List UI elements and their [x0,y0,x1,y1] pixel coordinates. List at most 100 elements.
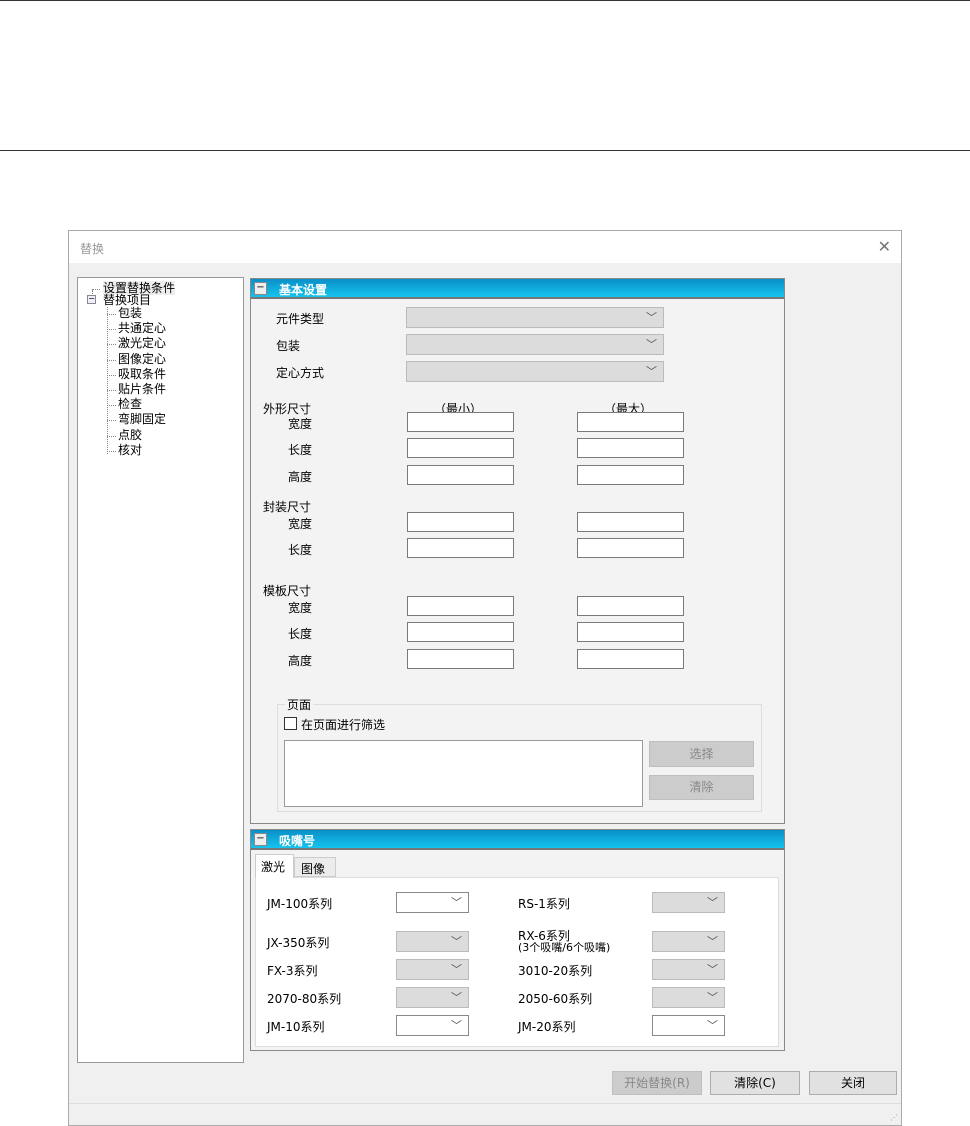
collapse-icon[interactable]: − [87,295,96,304]
chevron-down-icon: ﹀ [451,896,462,909]
chevron-down-icon: ﹀ [451,1019,462,1032]
select-button[interactable]: 选择 [649,741,754,767]
tree-item[interactable]: 包装 [118,306,142,320]
chevron-down-icon: ﹀ [707,896,718,909]
top-divider-2 [0,150,970,151]
height-min-input[interactable] [407,649,514,669]
nozzle-header: − 吸嘴号 [251,830,784,850]
width-max-input[interactable] [577,512,684,532]
top-divider [0,0,970,1]
nozzle-select[interactable]: ﹀ [396,892,469,913]
tree-item[interactable]: 贴片条件 [118,382,166,396]
chevron-down-icon: ﹀ [451,935,462,948]
centering-select[interactable]: ﹀ [406,361,664,382]
nozzle-label: JM-100系列 [267,897,333,911]
clear-pages-button[interactable]: 清除 [649,775,754,800]
nozzle-select[interactable]: ﹀ [652,892,725,913]
length-min-input[interactable] [407,538,514,558]
replace-dialog: 替换 ✕ 设置替换条件 − 替换项目 包装 共通定心 激光定心 图像定心 吸取条件 贴片条… [68,230,902,1126]
tree-item[interactable]: 核对 [118,443,142,457]
tree-item[interactable]: 激光定心 [118,336,166,350]
width-label: 宽度 [288,417,313,431]
length-max-input[interactable] [577,438,684,458]
basic-settings-panel: − 基本设置 元件类型 ﹀ 包装 ﹀ 定心方式 ﹀ 外形尺寸 （最小） （最大）… [250,278,785,824]
nozzle-label: 2050-60系列 [518,992,593,1006]
length-max-input[interactable] [577,538,684,558]
collapse-icon[interactable]: − [254,282,267,295]
length-label: 长度 [288,443,313,457]
chevron-down-icon: ﹀ [707,991,718,1004]
page-list[interactable] [284,740,643,807]
tree-item[interactable]: 图像定心 [118,352,166,366]
package-label: 包装 [276,339,301,353]
chevron-down-icon: ﹀ [646,338,657,351]
start-replace-button[interactable]: 开始替换(R) [612,1071,702,1095]
nozzle-label: 3010-20系列 [518,964,593,978]
tree-item[interactable]: 吸取条件 [118,367,166,381]
length-min-input[interactable] [407,438,514,458]
template-size-label: 模板尺寸 [263,584,312,598]
width-label: 宽度 [288,601,313,615]
width-min-input[interactable] [407,596,514,616]
height-label: 高度 [288,654,313,668]
component-type-select[interactable]: ﹀ [406,307,664,328]
nozzle-label: RS-1系列 [518,897,570,911]
chevron-down-icon: ﹀ [646,311,657,324]
width-min-input[interactable] [407,512,514,532]
tab-laser[interactable]: 激光 [255,854,294,878]
height-label: 高度 [288,470,313,484]
nozzle-label: JM-10系列 [267,1020,325,1034]
package-select[interactable]: ﹀ [406,334,664,355]
nozzle-label: JX-350系列 [267,936,330,950]
tab-image[interactable]: 图像 [294,857,336,877]
nozzle-select[interactable]: ﹀ [396,987,469,1008]
length-max-input[interactable] [577,622,684,642]
nozzle-select[interactable]: ﹀ [396,1015,469,1036]
nozzle-panel: − 吸嘴号 激光 图像 JM-100系列 ﹀ JX-350系列 ﹀ FX-3系列 ﹀ 207… [250,829,785,1051]
settings-tree[interactable]: 设置替换条件 − 替换项目 包装 共通定心 激光定心 图像定心 吸取条件 贴片条件 检查 弯脚… [77,277,244,1063]
package-size-label: 封装尺寸 [263,500,312,514]
nozzle-select[interactable]: ﹀ [396,931,469,952]
centering-label: 定心方式 [276,366,325,380]
chevron-down-icon: ﹀ [707,935,718,948]
tree-item[interactable]: 弯脚固定 [118,412,166,426]
nozzle-label: 2070-80系列 [267,992,342,1006]
basic-settings-title: 基本设置 [279,283,328,297]
height-min-input[interactable] [407,465,514,485]
tree-item[interactable]: 共通定心 [118,321,166,335]
height-max-input[interactable] [577,649,684,669]
width-max-input[interactable] [577,596,684,616]
tree-item[interactable]: 检查 [118,397,142,411]
title-bar: 替换 ✕ [69,231,901,263]
nozzle-select[interactable]: ﹀ [652,959,725,980]
page-filter-label: 在页面进行筛选 [301,718,386,732]
nozzle-select[interactable]: ﹀ [652,931,725,952]
component-type-label: 元件类型 [276,312,325,326]
nozzle-select[interactable]: ﹀ [396,959,469,980]
chevron-down-icon: ﹀ [451,963,462,976]
width-label: 宽度 [288,517,313,531]
width-min-input[interactable] [407,412,514,432]
nozzle-sublabel: (3个吸嘴/6个吸嘴) [518,941,611,954]
collapse-icon[interactable]: − [254,833,267,846]
width-max-input[interactable] [577,412,684,432]
tree-group[interactable]: 替换项目 [103,293,151,307]
resize-grip-icon[interactable]: ⋰ [890,1113,898,1122]
height-max-input[interactable] [577,465,684,485]
nozzle-select[interactable]: ﹀ [652,987,725,1008]
nozzle-title: 吸嘴号 [279,834,316,848]
length-min-input[interactable] [407,622,514,642]
nozzle-label: JM-20系列 [518,1020,576,1034]
page-filter-checkbox[interactable] [284,717,297,730]
nozzle-label: FX-3系列 [267,964,318,978]
close-icon[interactable]: ✕ [878,237,891,256]
nozzle-select[interactable]: ﹀ [652,1015,725,1036]
clear-button[interactable]: 清除(C) [710,1071,800,1095]
status-divider [69,1103,901,1104]
length-label: 长度 [288,543,313,557]
chevron-down-icon: ﹀ [707,963,718,976]
length-label: 长度 [288,627,313,641]
tree-item[interactable]: 点胶 [118,428,142,442]
page-group-label: 页面 [285,696,314,713]
close-button[interactable]: 关闭 [809,1071,897,1095]
